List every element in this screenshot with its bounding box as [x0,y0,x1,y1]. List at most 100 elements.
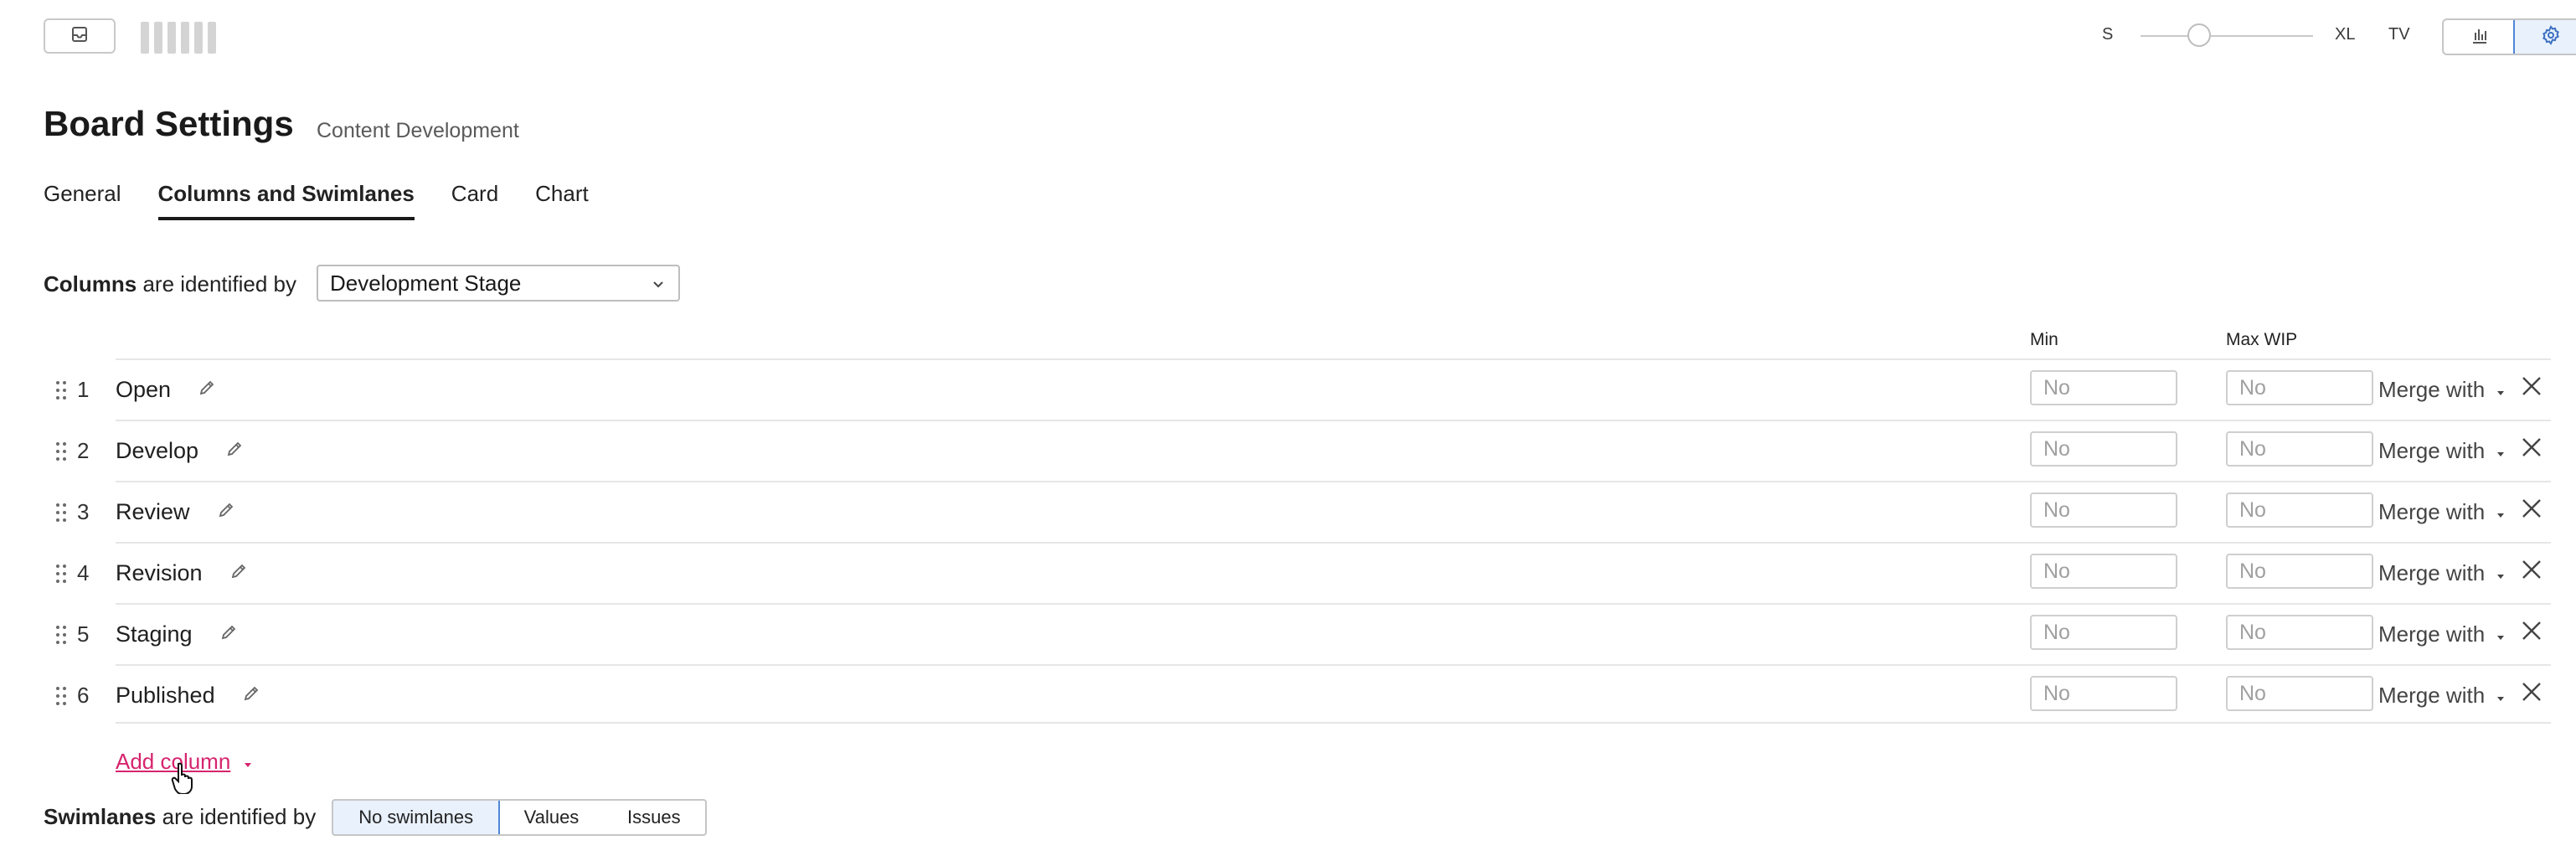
rows-bottom-divider [116,722,2551,724]
caret-down-icon [2496,621,2505,647]
close-icon[interactable] [2521,559,2543,585]
merge-with-dropdown[interactable]: Merge with [2378,683,2505,709]
drag-handle-icon[interactable] [55,503,67,527]
column-name-label: Review [116,499,190,524]
size-small-label: S [2102,25,2114,44]
column-row: 5 Staging No No Merge with [44,603,2551,663]
max-wip-input[interactable]: No [2226,431,2373,467]
swimlane-option-no-swimlanes[interactable]: No swimlanes [333,801,501,834]
inbox-icon [70,25,89,48]
card-size-slider-track[interactable] [2141,35,2313,37]
row-divider [116,542,2551,544]
max-wip-input[interactable]: No [2226,492,2373,528]
column-number: 2 [77,438,90,463]
drag-handle-icon[interactable] [55,441,67,466]
column-name: Staging [116,621,238,647]
merge-with-dropdown[interactable]: Merge with [2378,377,2505,403]
column-name-label: Staging [116,621,193,647]
chart-view-button[interactable] [2444,20,2515,54]
tab-columns-and-swimlanes[interactable]: Columns and Swimlanes [157,181,415,220]
max-wip-column-header: Max WIP [2226,330,2298,349]
column-number: 6 [77,683,90,708]
pencil-icon[interactable] [242,683,260,709]
merge-with-dropdown[interactable]: Merge with [2378,560,2505,586]
tab-general[interactable]: General [44,181,121,220]
merge-with-label: Merge with [2378,438,2486,463]
caret-down-icon [2496,560,2505,586]
merge-with-dropdown[interactable]: Merge with [2378,499,2505,525]
drag-handle-icon[interactable] [55,380,67,405]
card-size-slider-thumb[interactable] [2187,23,2211,47]
max-wip-input[interactable]: No [2226,676,2373,711]
swimlane-mode-toggle: No swimlanes Values Issues [332,799,707,836]
merge-with-dropdown[interactable]: Merge with [2378,438,2505,464]
row-divider [116,420,2551,421]
merge-with-dropdown[interactable]: Merge with [2378,621,2505,647]
min-input[interactable]: No [2030,431,2177,467]
close-icon[interactable] [2521,620,2543,646]
max-wip-input[interactable]: No [2226,370,2373,405]
settings-view-button[interactable] [2513,20,2576,54]
close-icon[interactable] [2521,436,2543,462]
tab-card[interactable]: Card [451,181,498,220]
column-number: 4 [77,560,90,585]
merge-with-label: Merge with [2378,683,2486,708]
merge-with-label: Merge with [2378,377,2486,402]
swimlanes-identified-label: Swimlanes are identified by [44,804,316,830]
drag-handle-icon[interactable] [55,564,67,588]
column-name-label: Revision [116,560,203,585]
swimlanes-label-bold: Swimlanes [44,804,157,829]
column-row: 1 Open No No Merge with [44,358,2551,419]
min-input[interactable]: No [2030,615,2177,650]
column-number: 5 [77,621,90,647]
column-number: 1 [77,377,90,402]
merge-with-label: Merge with [2378,621,2486,647]
columns-identified-label: Columns are identified by [44,271,296,297]
swimlane-option-issues[interactable]: Issues [603,801,705,834]
min-input[interactable]: No [2030,554,2177,589]
column-field-value: Development Stage [330,270,522,296]
chevron-down-icon [652,271,665,296]
size-tv-label[interactable]: TV [2388,25,2410,44]
columns-label-bold: Columns [44,271,137,296]
caret-down-icon [244,749,252,775]
column-name: Revision [116,560,248,586]
max-wip-input[interactable]: No [2226,615,2373,650]
close-icon[interactable] [2521,375,2543,401]
column-name: Published [116,683,260,709]
caret-down-icon [2496,683,2505,709]
min-input[interactable]: No [2030,370,2177,405]
view-toggle [2442,18,2576,55]
merge-with-label: Merge with [2378,560,2486,585]
column-name: Review [116,499,235,525]
hand-cursor-icon [171,762,196,798]
column-name-label: Develop [116,438,199,463]
drag-handle-icon[interactable] [55,686,67,710]
column-name-label: Published [116,683,215,708]
inbox-button[interactable] [44,18,116,54]
pencil-icon[interactable] [229,560,248,586]
pencil-icon[interactable] [219,621,238,647]
row-divider [116,481,2551,482]
caret-down-icon [2496,499,2505,525]
column-number: 3 [77,499,90,524]
caret-down-icon [2496,438,2505,464]
column-row: 6 Published No No Merge with [44,664,2551,724]
swimlanes-label-rest: are identified by [156,804,317,829]
drag-handle-icon[interactable] [55,625,67,649]
column-field-select[interactable]: Development Stage [317,265,680,302]
swimlane-option-values[interactable]: Values [500,801,602,834]
min-input[interactable]: No [2030,676,2177,711]
pencil-icon[interactable] [198,377,216,403]
gear-icon [2541,24,2561,49]
settings-tabs: General Columns and Swimlanes Card Chart [44,181,589,220]
tab-chart[interactable]: Chart [535,181,589,220]
max-wip-input[interactable]: No [2226,554,2373,589]
close-icon[interactable] [2521,498,2543,523]
column-row: 2 Develop No No Merge with [44,420,2551,480]
pencil-icon[interactable] [217,499,235,525]
pencil-icon[interactable] [225,438,244,464]
board-placeholder-bars [141,22,216,54]
close-icon[interactable] [2521,681,2543,707]
min-input[interactable]: No [2030,492,2177,528]
